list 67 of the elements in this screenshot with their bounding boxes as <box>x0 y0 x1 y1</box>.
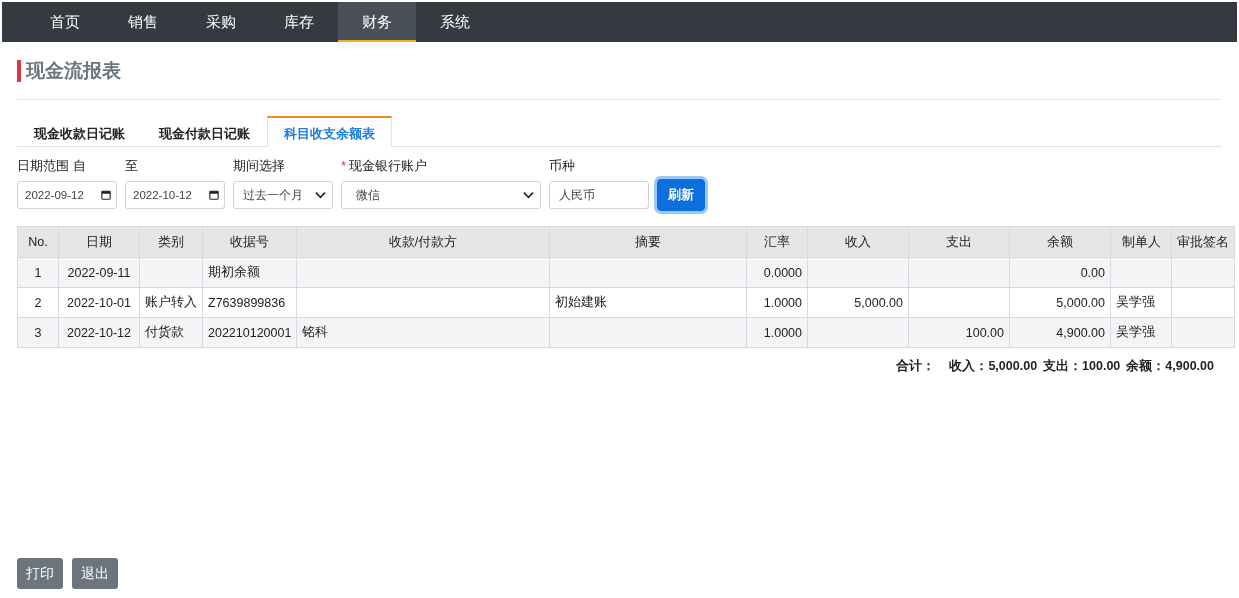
field-label: 日期范围 自 <box>17 157 86 174</box>
column-header: No. <box>17 226 59 258</box>
column-header: 收入 <box>807 226 909 258</box>
dropdown-field[interactable]: 微信 <box>341 181 541 209</box>
column-header: 制单人 <box>1110 226 1172 258</box>
date-field[interactable]: 2022-10-12 <box>125 181 225 209</box>
table-cell: 铭科 <box>296 317 550 348</box>
column-header: 类别 <box>139 226 203 258</box>
tab[interactable]: 现金收款日记账 <box>17 116 142 147</box>
column-header: 收款/付款方 <box>296 226 550 258</box>
footer-button[interactable]: 退出 <box>72 558 118 589</box>
calendar-icon <box>209 190 219 200</box>
table-cell: 202210120001 <box>202 317 297 348</box>
table-cell: 2022-10-12 <box>58 317 140 348</box>
nav-item[interactable]: 系统 <box>416 2 494 42</box>
date-field[interactable]: 2022-09-12 <box>17 181 117 209</box>
column-header: 余额 <box>1009 226 1111 258</box>
table-cell: 吴学强 <box>1110 317 1172 348</box>
field-label: 币种 <box>549 157 575 174</box>
nav-item[interactable]: 采购 <box>182 2 260 42</box>
nav-item[interactable]: 首页 <box>26 2 104 42</box>
footer-button[interactable]: 打印 <box>17 558 63 589</box>
table-cell: 1.0000 <box>746 287 808 318</box>
column-header: 审批签名 <box>1171 226 1235 258</box>
tab[interactable]: 现金付款日记账 <box>142 116 267 147</box>
table-cell: 100.00 <box>908 317 1010 348</box>
table-cell: 2022-09-11 <box>58 257 140 288</box>
column-header: 支出 <box>908 226 1010 258</box>
table-cell: 付货款 <box>139 317 203 348</box>
table-cell: 2 <box>17 287 59 318</box>
table-cell: 账户转入 <box>139 287 203 318</box>
nav-item[interactable]: 财务 <box>338 2 416 42</box>
table-cell: 期初余额 <box>202 257 297 288</box>
nav-item[interactable]: 库存 <box>260 2 338 42</box>
table-cell: 1.0000 <box>746 317 808 348</box>
tab[interactable]: 科目收支余额表 <box>267 116 392 147</box>
nav-item[interactable]: 销售 <box>104 2 182 42</box>
column-header: 收据号 <box>202 226 297 258</box>
total-value: 余额：4,900.00 <box>1126 358 1214 375</box>
table-cell: 初始建账 <box>549 287 747 318</box>
chevron-down-icon <box>315 191 326 199</box>
totals-label: 合计： <box>896 358 936 375</box>
total-value: 收入：5,000.00 <box>949 358 1038 375</box>
field-label: 现金银行账户 <box>349 157 428 174</box>
table-cell: 3 <box>17 317 59 348</box>
table-cell: 0.00 <box>1009 257 1111 288</box>
dropdown-field[interactable]: 过去一个月 <box>233 181 333 209</box>
column-header: 摘要 <box>549 226 747 258</box>
column-header: 汇率 <box>746 226 808 258</box>
calendar-icon <box>101 190 111 200</box>
table-cell: 4,900.00 <box>1009 317 1111 348</box>
field-label: 至 <box>125 157 138 174</box>
field-label: 期间选择 <box>233 157 285 174</box>
table-cell: 0.0000 <box>746 257 808 288</box>
table-cell: 5,000.00 <box>1009 287 1111 318</box>
table-cell: 1 <box>17 257 59 288</box>
required-mark: * <box>341 157 347 174</box>
total-value: 支出：100.00 <box>1043 358 1121 375</box>
chevron-down-icon <box>523 191 534 199</box>
table-cell: Z7639899836 <box>202 287 297 318</box>
page-title: 现金流报表 <box>17 60 121 82</box>
refresh-button[interactable]: 刷新 <box>657 179 705 211</box>
column-header: 日期 <box>58 226 140 258</box>
table-cell: 5,000.00 <box>807 287 909 318</box>
table-cell: 2022-10-01 <box>58 287 140 318</box>
text-field[interactable]: 人民币 <box>549 181 649 209</box>
table-cell: 吴学强 <box>1110 287 1172 318</box>
